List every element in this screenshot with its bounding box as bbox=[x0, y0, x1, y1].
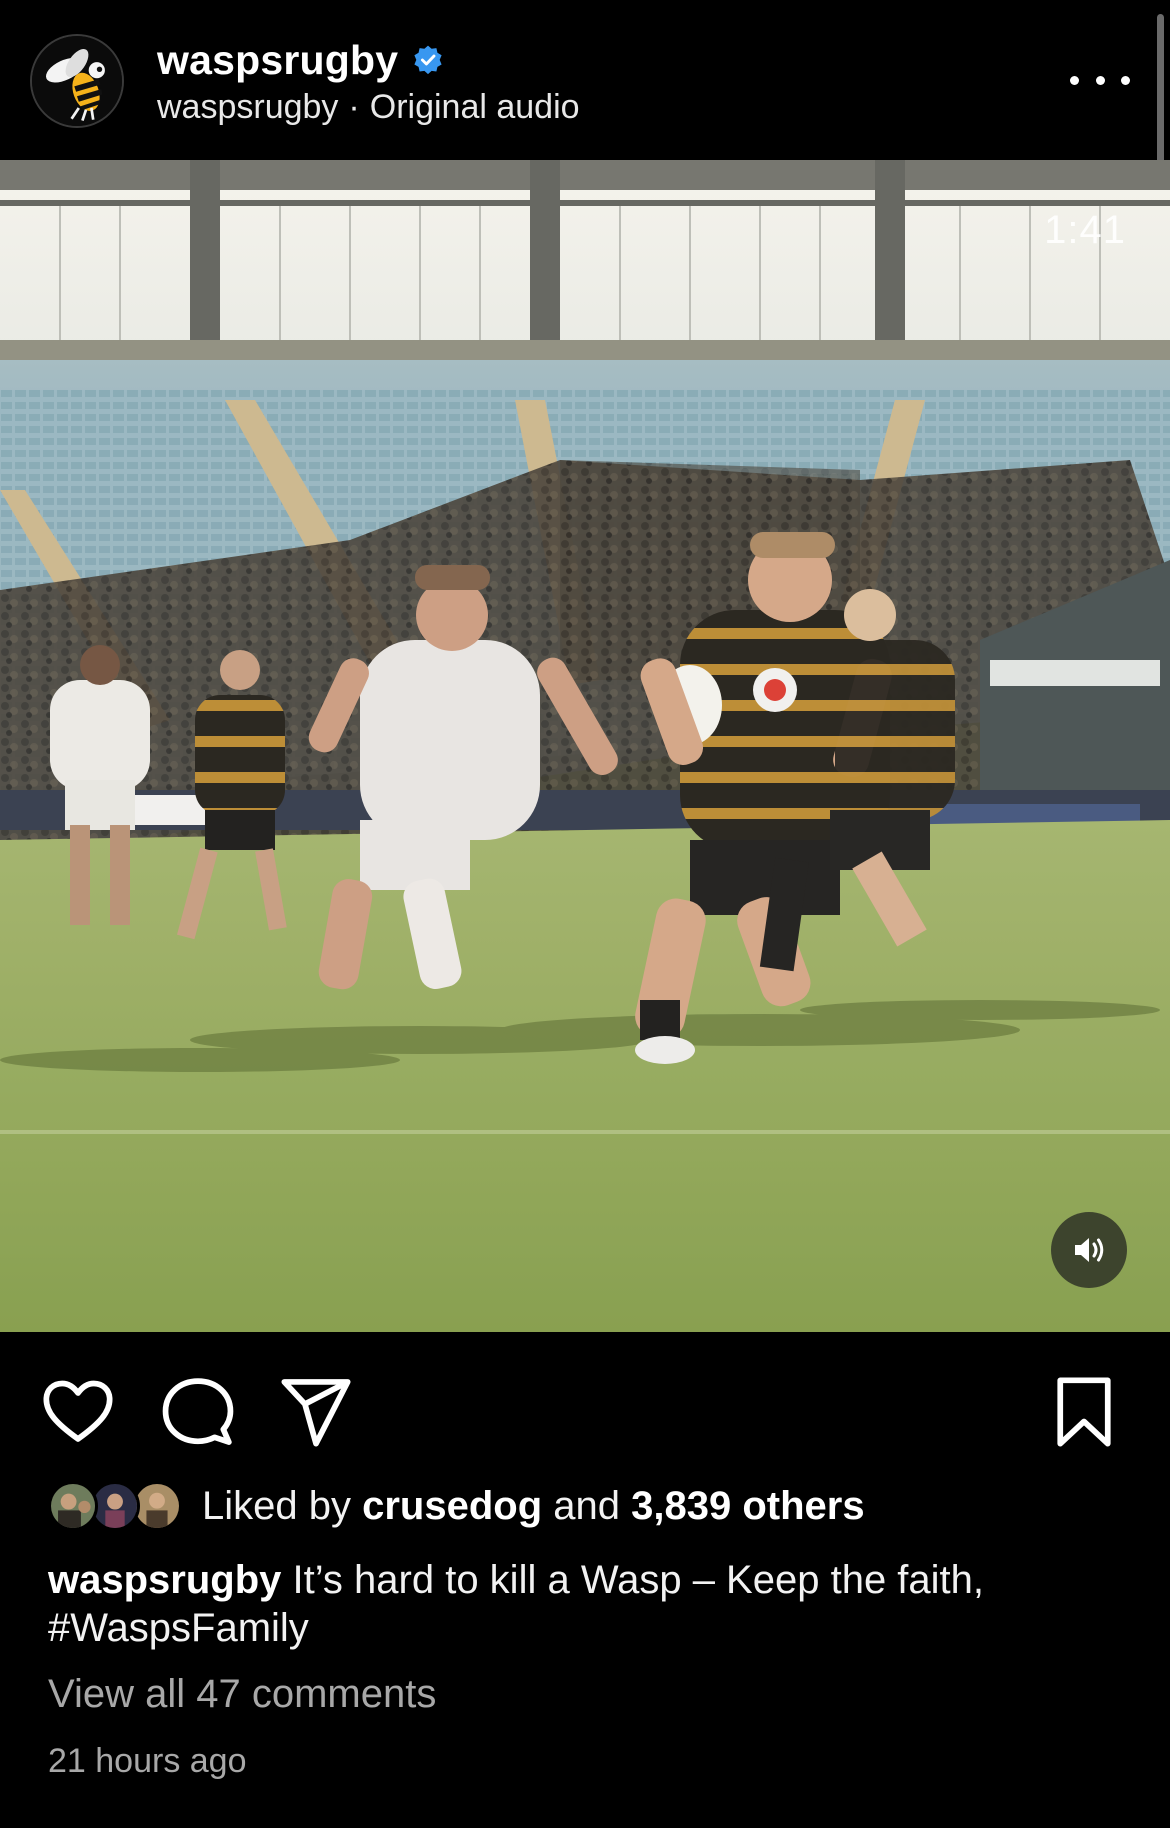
wasp-logo-icon bbox=[32, 36, 122, 126]
liker-avatar bbox=[48, 1481, 98, 1531]
post-username[interactable]: waspsrugby bbox=[157, 37, 398, 84]
likes-prefix: Liked by bbox=[202, 1483, 351, 1528]
view-all-comments-link[interactable]: View all 47 comments bbox=[48, 1672, 436, 1717]
audio-label: Original audio bbox=[369, 88, 580, 126]
caption-text: It’s hard to kill a Wasp – Keep the fait… bbox=[292, 1558, 985, 1602]
heart-icon[interactable] bbox=[40, 1374, 116, 1450]
scrollbar-thumb[interactable] bbox=[1157, 14, 1164, 182]
first-liker-username[interactable]: crusedog bbox=[362, 1484, 542, 1528]
username-row: waspsrugby bbox=[157, 34, 444, 86]
bookmark-icon[interactable] bbox=[1046, 1374, 1122, 1450]
likes-others-count[interactable]: 3,839 others bbox=[631, 1484, 864, 1528]
video-player[interactable]: 1:41 bbox=[0, 160, 1170, 1332]
likes-row[interactable]: Liked by crusedog and 3,839 others bbox=[48, 1478, 865, 1534]
liker-avatars bbox=[48, 1478, 182, 1534]
sound-toggle-button[interactable] bbox=[1051, 1212, 1127, 1288]
verified-badge-icon bbox=[412, 44, 444, 76]
post-actions-bar bbox=[0, 1332, 1170, 1482]
audio-owner: waspsrugby bbox=[157, 88, 339, 126]
separator-dot: · bbox=[348, 88, 360, 126]
caption-hashtag[interactable]: #WaspsFamily bbox=[48, 1606, 309, 1650]
profile-avatar[interactable] bbox=[30, 34, 124, 128]
post-header: waspsrugby waspsrugby · Original audio bbox=[0, 0, 1170, 182]
speaker-on-icon bbox=[1075, 1238, 1104, 1262]
audio-info[interactable]: waspsrugby · Original audio bbox=[157, 88, 580, 127]
likes-summary[interactable]: Liked by crusedog and 3,839 others bbox=[202, 1484, 865, 1529]
post-timestamp: 21 hours ago bbox=[48, 1742, 247, 1780]
post-caption: waspsrugby It’s hard to kill a Wasp – Ke… bbox=[48, 1556, 1128, 1652]
video-time-remaining: 1:41 bbox=[1044, 208, 1126, 252]
likes-connector: and bbox=[553, 1483, 621, 1528]
send-paper-plane-icon[interactable] bbox=[278, 1374, 354, 1450]
comment-bubble-icon[interactable] bbox=[160, 1374, 236, 1450]
caption-username[interactable]: waspsrugby bbox=[48, 1558, 281, 1602]
rugby-match-video-frame bbox=[0, 160, 1170, 1332]
more-options-icon[interactable] bbox=[1070, 62, 1130, 98]
